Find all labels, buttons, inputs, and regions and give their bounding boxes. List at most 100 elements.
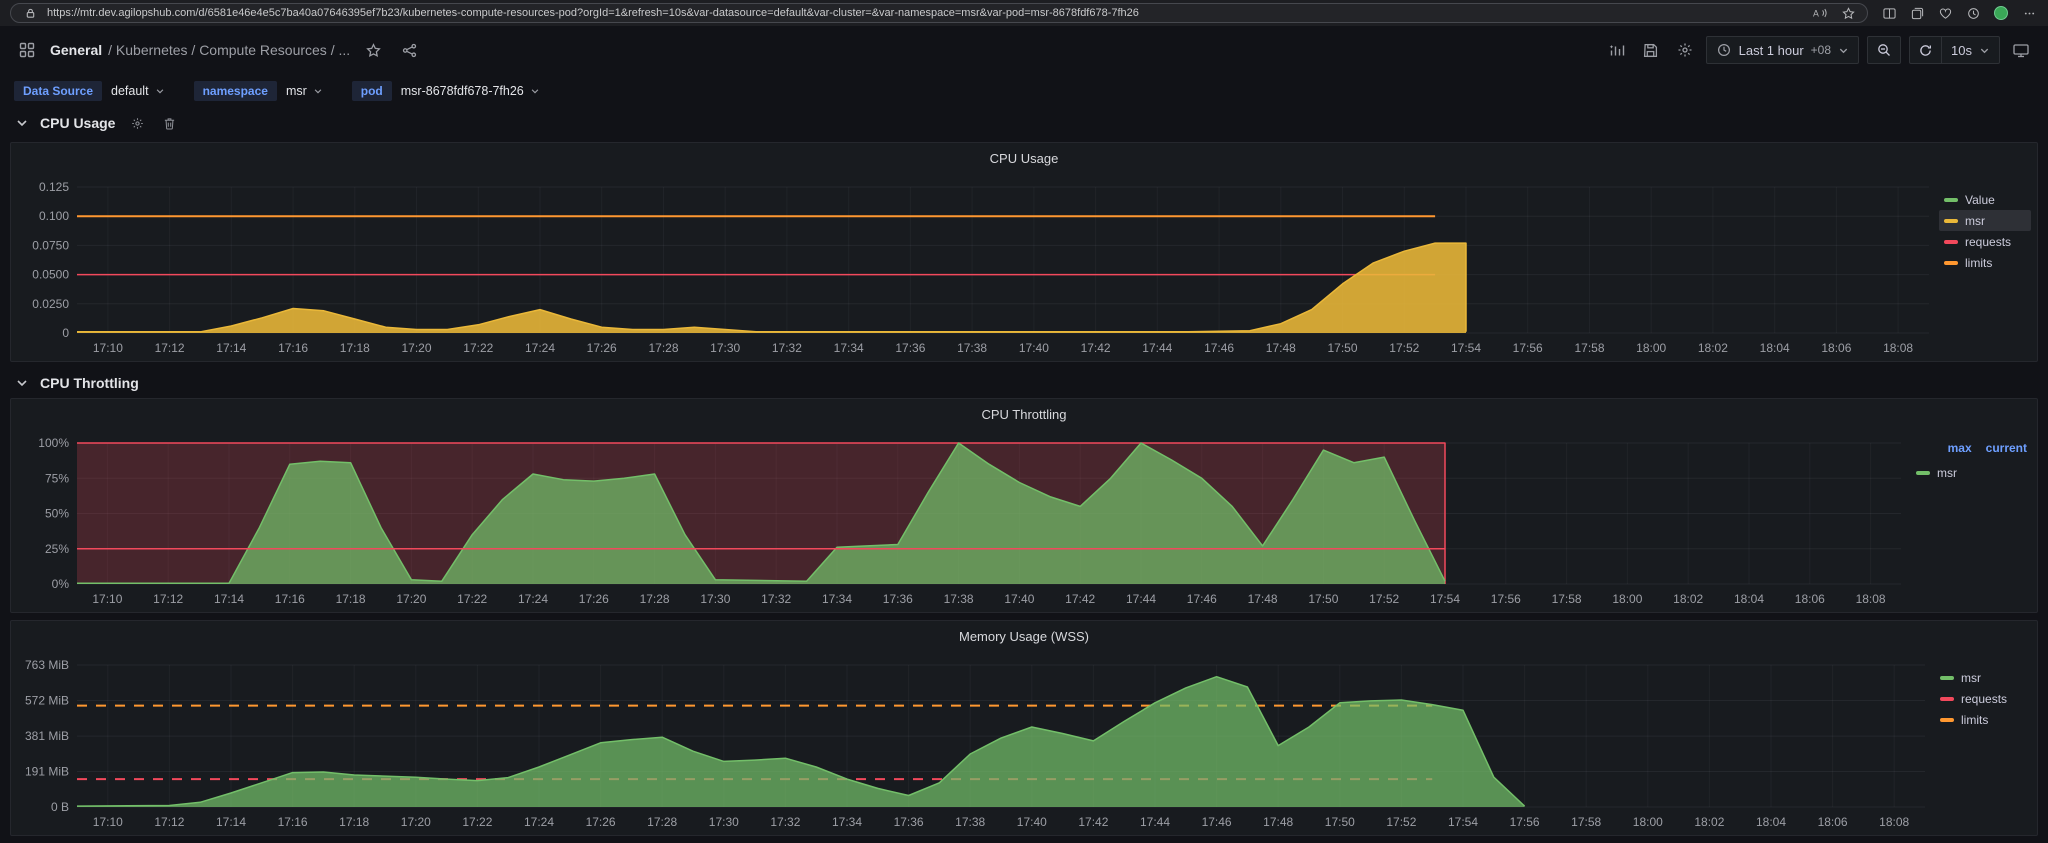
legend-item-limits[interactable]: limits (1935, 709, 2031, 730)
svg-text:17:38: 17:38 (955, 815, 985, 829)
svg-text:17:18: 17:18 (339, 815, 369, 829)
panel-cpu-throttling: CPU Throttling 0% 25% 50% 75% 100% 17:10 17:12… (10, 398, 2038, 613)
chevron-down-icon[interactable] (12, 113, 32, 133)
panel-cpu-usage: CPU Usage 0 0.0250 0.0500 0.0750 0.100 0.125 1… (10, 142, 2038, 362)
site-info-lock-icon[interactable] (21, 4, 39, 22)
svg-text:17:36: 17:36 (883, 592, 913, 606)
cpu-usage-chart[interactable]: 0 0.0250 0.0500 0.0750 0.100 0.125 17:10 17:12 1… (17, 173, 1939, 359)
svg-text:17:12: 17:12 (153, 592, 183, 606)
legend-item-msr[interactable]: msr (1939, 210, 2031, 231)
svg-text:17:34: 17:34 (822, 592, 852, 606)
svg-text:17:50: 17:50 (1327, 341, 1357, 355)
svg-text:18:00: 18:00 (1633, 815, 1663, 829)
variable-label-pod: pod (351, 81, 392, 101)
chevron-down-icon[interactable] (12, 373, 32, 393)
add-favorite-star-icon[interactable] (1839, 4, 1857, 22)
legend-series-marker (1940, 675, 1954, 680)
svg-text:0.100: 0.100 (39, 209, 69, 223)
svg-text:17:16: 17:16 (275, 592, 305, 606)
legend-column-max[interactable]: max (1948, 441, 1972, 455)
cpu-throttling-chart[interactable]: 0% 25% 50% 75% 100% 17:10 17:12 17:14 17:16 17:18… (17, 429, 1911, 610)
svg-text:17:58: 17:58 (1571, 815, 1601, 829)
svg-text:17:26: 17:26 (587, 341, 617, 355)
time-range-picker[interactable]: Last 1 hour +08 (1705, 36, 1860, 64)
svg-text:17:30: 17:30 (709, 815, 739, 829)
panel-title-memory-usage[interactable]: Memory Usage (WSS) (11, 621, 2037, 651)
split-screen-icon[interactable] (1880, 4, 1898, 22)
breadcrumb-general[interactable]: General (50, 42, 102, 58)
timezone-label: +08 (1810, 43, 1832, 57)
row-title[interactable]: CPU Throttling (40, 375, 139, 391)
breadcrumb: General / Kubernetes / Compute Resources… (50, 42, 350, 58)
variable-value-datasource[interactable]: default (104, 80, 172, 102)
dashboard-header: General / Kubernetes / Compute Resources… (0, 26, 2048, 74)
time-range-label: Last 1 hour (1738, 42, 1804, 58)
svg-text:0: 0 (62, 326, 69, 340)
svg-text:50%: 50% (45, 507, 69, 521)
row-header-cpu-usage[interactable]: CPU Usage (0, 108, 2048, 138)
legend-item-limits[interactable]: limits (1939, 252, 2031, 273)
refresh-interval-dropdown[interactable]: 10s (1941, 36, 2000, 64)
row-settings-gear-icon[interactable] (127, 113, 147, 133)
svg-text:17:12: 17:12 (154, 815, 184, 829)
legend-item-msr[interactable]: msr (1911, 462, 2031, 483)
refresh-button[interactable] (1909, 36, 1942, 64)
save-dashboard-icon[interactable] (1638, 37, 1664, 63)
variable-datasource: Data Source default (14, 80, 172, 102)
legend-series-label: limits (1961, 712, 1989, 727)
url-field[interactable]: https://mtr.dev.agilopshub.com/d/6581e46… (10, 3, 1868, 23)
dashboard-settings-gear-icon[interactable] (1672, 37, 1698, 63)
svg-text:17:26: 17:26 (579, 592, 609, 606)
cpu-usage-legend: Value msr requests limits (1939, 173, 2031, 359)
read-aloud-icon[interactable]: A (1811, 4, 1829, 22)
browser-essentials-heart-icon[interactable] (1936, 4, 1954, 22)
clock-icon (1716, 42, 1732, 58)
svg-text:18:04: 18:04 (1734, 592, 1764, 606)
breadcrumb-dashboard-title[interactable]: / Kubernetes / Compute Resources / ... (108, 42, 350, 58)
variable-value-pod[interactable]: msr-8678fdf678-7fh26 (394, 80, 547, 102)
row-delete-trash-icon[interactable] (159, 113, 179, 133)
svg-text:0.0750: 0.0750 (32, 238, 69, 252)
memory-usage-chart[interactable]: 0 B 191 MiB 381 MiB 572 MiB 763 MiB 17:10 17:1… (17, 651, 1935, 833)
svg-text:17:14: 17:14 (216, 815, 246, 829)
legend-item-Value[interactable]: Value (1939, 189, 2031, 210)
svg-text:17:50: 17:50 (1308, 592, 1338, 606)
svg-text:17:10: 17:10 (93, 815, 123, 829)
legend-item-requests[interactable]: requests (1939, 231, 2031, 252)
svg-text:17:20: 17:20 (401, 341, 431, 355)
panel-insights-icon[interactable] (1604, 37, 1630, 63)
legend-series-label: msr (1937, 465, 1957, 480)
panel-title-cpu-usage[interactable]: CPU Usage (11, 143, 2037, 173)
legend-item-requests[interactable]: requests (1935, 688, 2031, 709)
kiosk-monitor-icon[interactable] (2008, 37, 2034, 63)
panel-title-cpu-throttling[interactable]: CPU Throttling (11, 399, 2037, 429)
svg-text:17:44: 17:44 (1140, 815, 1170, 829)
row-title[interactable]: CPU Usage (40, 115, 115, 131)
svg-text:18:06: 18:06 (1795, 592, 1825, 606)
svg-text:100%: 100% (38, 436, 69, 450)
svg-text:17:46: 17:46 (1202, 815, 1232, 829)
svg-text:17:16: 17:16 (278, 815, 308, 829)
svg-text:18:02: 18:02 (1673, 592, 1703, 606)
zoom-out-button[interactable] (1867, 36, 1902, 64)
svg-text:17:38: 17:38 (957, 341, 987, 355)
legend-column-current[interactable]: current (1986, 441, 2027, 455)
browser-more-menu-icon[interactable] (2020, 4, 2038, 22)
chevron-down-icon (1979, 45, 1990, 56)
svg-text:17:32: 17:32 (772, 341, 802, 355)
apps-grid-icon[interactable] (14, 37, 40, 63)
svg-text:17:10: 17:10 (92, 592, 122, 606)
svg-text:17:24: 17:24 (524, 815, 554, 829)
legend-item-msr[interactable]: msr (1935, 667, 2031, 688)
chevron-down-icon (155, 86, 165, 96)
history-icon[interactable] (1964, 4, 1982, 22)
favorite-star-icon[interactable] (360, 37, 386, 63)
svg-text:18:08: 18:08 (1883, 341, 1913, 355)
row-header-cpu-throttling[interactable]: CPU Throttling (0, 368, 2048, 398)
variable-value-namespace[interactable]: msr (279, 80, 330, 102)
svg-text:17:58: 17:58 (1552, 592, 1582, 606)
collections-icon[interactable] (1908, 4, 1926, 22)
svg-text:17:48: 17:48 (1248, 592, 1278, 606)
profile-avatar[interactable] (1992, 4, 2010, 22)
share-icon[interactable] (396, 37, 422, 63)
